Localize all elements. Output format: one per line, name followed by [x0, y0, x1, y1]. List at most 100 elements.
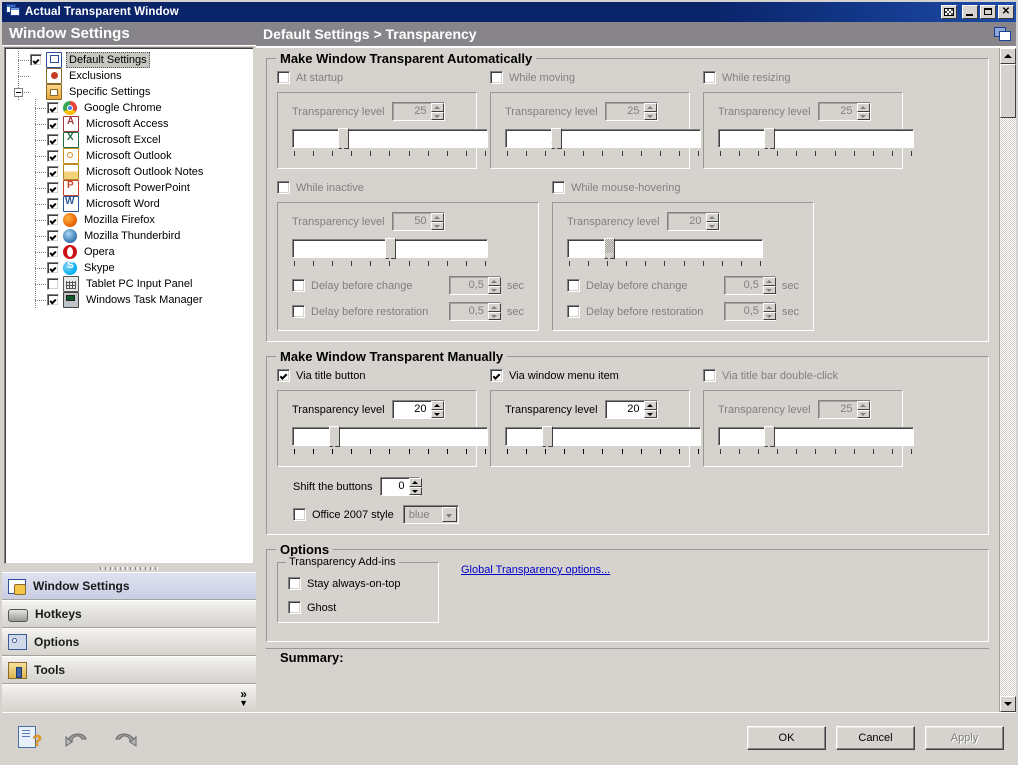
spinner-up-icon[interactable]	[856, 103, 870, 112]
spinner-down-icon[interactable]	[643, 409, 657, 418]
tree-item-checkbox[interactable]	[47, 118, 59, 130]
tree-item-checkbox[interactable]	[47, 198, 59, 210]
tree-item[interactable]: Microsoft PowerPoint	[5, 179, 253, 196]
tree-item-checkbox[interactable]	[47, 102, 59, 114]
sidebar-nav-tools[interactable]: Tools	[2, 656, 256, 684]
scroll-down-button[interactable]	[1000, 696, 1016, 712]
row-delay-before-change-inactive[interactable]: Delay before change 0,5 sec	[292, 276, 524, 295]
tree-item-checkbox[interactable]	[47, 294, 59, 306]
sidebar-splitter[interactable]	[2, 565, 256, 572]
tree-item[interactable]: Mozilla Firefox	[5, 211, 253, 228]
checkbox-delay-before-restoration-inactive[interactable]	[292, 305, 305, 318]
spinner-down-icon[interactable]	[430, 111, 444, 120]
spinner-transparency-while-resizing[interactable]: 25	[817, 102, 871, 121]
checkbox-while-moving[interactable]	[490, 71, 503, 84]
checkbox-office-2007-style[interactable]	[293, 508, 306, 521]
slider-at-startup[interactable]	[292, 128, 488, 159]
spinner-up-icon[interactable]	[430, 401, 444, 410]
vertical-scrollbar[interactable]	[999, 48, 1016, 712]
spinner-down-icon[interactable]	[430, 409, 444, 418]
checkbox-delay-before-change-hovering[interactable]	[567, 279, 580, 292]
slider-thumb[interactable]	[551, 128, 562, 150]
tree-item[interactable]: Opera	[5, 243, 253, 260]
slider-while-moving[interactable]	[505, 128, 701, 159]
tree-item-checkbox[interactable]	[30, 54, 42, 66]
tree-item[interactable]: Microsoft Outlook	[5, 147, 253, 164]
spinner-transparency-via-title-button[interactable]: 20	[391, 400, 445, 419]
minimize-button[interactable]	[962, 5, 978, 19]
spinner-down-icon[interactable]	[643, 111, 657, 120]
tree-item-checkbox[interactable]	[47, 150, 59, 162]
undo-icon[interactable]	[64, 728, 90, 748]
slider-thumb[interactable]	[329, 426, 340, 448]
spinner-delay-before-restoration-inactive[interactable]: 0,5	[448, 302, 501, 321]
checkbox-row-via-title-button[interactable]: Via title button	[277, 369, 477, 382]
slider-thumb[interactable]	[385, 238, 396, 260]
spinner-transparency-while-inactive[interactable]: 50	[391, 212, 445, 231]
tree-item[interactable]: Microsoft Outlook Notes	[5, 163, 253, 180]
spinner-up-icon[interactable]	[487, 277, 501, 286]
tree-item-checkbox[interactable]	[47, 262, 59, 274]
chevron-down-icon[interactable]	[441, 507, 457, 522]
tree-item-checkbox[interactable]	[47, 182, 59, 194]
tree-item-checkbox[interactable]	[47, 230, 59, 242]
slider-via-title-button[interactable]	[292, 426, 488, 457]
slider-while-mouse-hovering[interactable]	[567, 238, 763, 269]
tree-item-checkbox[interactable]	[47, 246, 59, 258]
spinner-up-icon[interactable]	[643, 103, 657, 112]
spinner-up-icon[interactable]	[762, 277, 776, 286]
slider-thumb[interactable]	[338, 128, 349, 150]
spinner-delay-before-change-inactive[interactable]: 0,5	[448, 276, 501, 295]
checkbox-stay-always-on-top[interactable]	[288, 577, 301, 590]
checkbox-via-window-menu-item[interactable]	[490, 369, 503, 382]
scrollbar-thumb[interactable]	[1000, 64, 1016, 118]
tree-expander-icon[interactable]	[14, 88, 23, 97]
tree-item[interactable]: Google Chrome	[5, 99, 253, 116]
row-delay-before-change-hovering[interactable]: Delay before change 0,5 sec	[567, 276, 799, 295]
sidebar-nav-options[interactable]: Options	[2, 628, 256, 656]
tree-item[interactable]: Default Settings	[5, 51, 253, 68]
slider-thumb[interactable]	[604, 238, 615, 260]
sidebar-nav-hotkeys[interactable]: Hotkeys	[2, 600, 256, 628]
spinner-down-icon[interactable]	[430, 221, 444, 230]
spinner-up-icon[interactable]	[487, 303, 501, 312]
spinner-delay-before-change-hovering[interactable]: 0,5	[723, 276, 776, 295]
tree-item-checkbox[interactable]	[47, 214, 59, 226]
scrollbar-track[interactable]	[1000, 64, 1016, 696]
slider-while-inactive[interactable]	[292, 238, 488, 269]
checkbox-while-mouse-hovering[interactable]	[552, 181, 565, 194]
maximize-button[interactable]	[980, 5, 996, 19]
tree-item-checkbox[interactable]	[47, 278, 59, 290]
spinner-down-icon[interactable]	[762, 311, 776, 320]
spinner-transparency-while-mouse-hovering[interactable]: 20	[666, 212, 720, 231]
spinner-down-icon[interactable]	[762, 285, 776, 294]
checkbox-row-ghost[interactable]: Ghost	[288, 601, 428, 614]
spinner-down-icon[interactable]	[705, 221, 719, 230]
checkbox-row-via-title-bar-double-click[interactable]: Via title bar double-click	[703, 369, 903, 382]
slider-thumb[interactable]	[542, 426, 553, 448]
tree-item[interactable]: Microsoft Excel	[5, 131, 253, 148]
slider-via-title-bar-double-click[interactable]	[718, 426, 914, 457]
tree-item[interactable]: Windows Task Manager	[5, 291, 253, 308]
spinner-down-icon[interactable]	[487, 285, 501, 294]
checkbox-row-stay-always-on-top[interactable]: Stay always-on-top	[288, 577, 428, 590]
spinner-transparency-while-moving[interactable]: 25	[604, 102, 658, 121]
row-delay-before-restoration-hovering[interactable]: Delay before restoration 0,5 sec	[567, 302, 799, 321]
help-icon[interactable]: ?	[18, 726, 42, 750]
spinner-up-icon[interactable]	[430, 103, 444, 112]
tree-item[interactable]: Microsoft Access	[5, 115, 253, 132]
spinner-up-icon[interactable]	[705, 213, 719, 222]
close-button[interactable]: ✕	[998, 5, 1014, 19]
slider-thumb[interactable]	[764, 426, 775, 448]
checkbox-row-while-mouse-hovering[interactable]: While mouse-hovering	[552, 181, 814, 194]
checkbox-via-title-bar-double-click[interactable]	[703, 369, 716, 382]
spinner-delay-before-restoration-hovering[interactable]: 0,5	[723, 302, 776, 321]
tree-item-checkbox[interactable]	[47, 134, 59, 146]
spinner-down-icon[interactable]	[487, 311, 501, 320]
scroll-up-button[interactable]	[1000, 48, 1016, 64]
settings-tree[interactable]: Default Settings Exclusions Specific Setti…	[4, 47, 254, 564]
checkbox-row-while-moving[interactable]: While moving	[490, 71, 690, 84]
spinner-up-icon[interactable]	[643, 401, 657, 410]
checkbox-ghost[interactable]	[288, 601, 301, 614]
tree-item[interactable]: Tablet PC Input Panel	[5, 275, 253, 292]
